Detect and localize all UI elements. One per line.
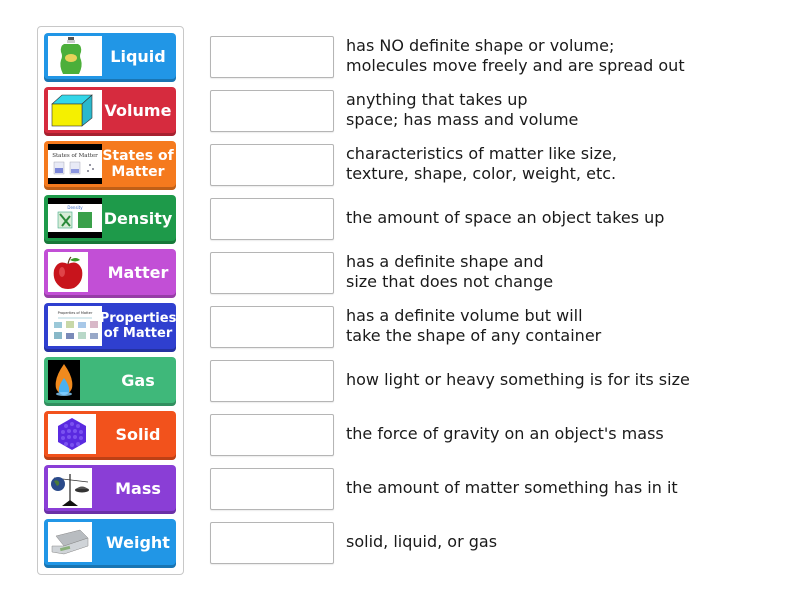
density-diagram-image: Density [48,198,102,238]
tile-label: Liquid [110,46,166,66]
tile-weight[interactable]: Weight [44,519,176,568]
gas-flame-image [48,360,80,400]
tile-liquid[interactable]: Liquid [44,33,176,82]
tile-states-of-matter[interactable]: States of Matter States of Matter [44,141,176,190]
drop-target-4[interactable] [210,198,334,240]
definition-10: solid, liquid, or gas [346,532,498,551]
tile-solid[interactable]: Solid [44,411,176,460]
drop-target-5[interactable] [210,252,334,294]
definition-1: has NO definite shape or volume; molecul… [346,36,685,75]
drop-target-10[interactable] [210,522,334,564]
dish-soap-bottle-image [48,36,102,76]
drop-target-2[interactable] [210,90,334,132]
tile-label: Solid [115,424,161,444]
tile-density[interactable]: Density Density [44,195,176,244]
drop-target-1[interactable] [210,36,334,78]
tile-label: Density [103,208,173,228]
definition-4: the amount of space an object takes up [346,208,665,227]
svg-text:Properties of Matter: Properties of Matter [58,311,93,315]
tile-properties-of-matter[interactable]: Properties of Matter Properties of Matte… [44,303,176,352]
drop-target-8[interactable] [210,414,334,456]
tile-matter[interactable]: Matter [44,249,176,298]
states-of-matter-diagram-image: States of Matter [48,144,102,184]
drop-target-6[interactable] [210,306,334,348]
tile-label: Weight [106,532,170,552]
drop-target-9[interactable] [210,468,334,510]
red-apple-image [48,252,88,292]
tile-mass[interactable]: Mass [44,465,176,514]
digital-scale-image [48,522,92,562]
definition-2: anything that takes up space; has mass a… [346,90,579,129]
balance-scale-image [48,468,92,508]
svg-text:States of Matter: States of Matter [52,153,98,159]
sphere-cluster-image [48,414,96,454]
definition-3: characteristics of matter like size, tex… [346,144,617,183]
tile-label: Properties of Matter [99,311,177,341]
drop-target-7[interactable] [210,360,334,402]
definition-8: the force of gravity on an object's mass [346,424,664,443]
definition-6: has a definite volume but will take the … [346,306,602,345]
tile-label: Volume [104,100,172,120]
svg-text:Density: Density [67,205,83,210]
tile-panel: Liquid Volume States of Matter States of [37,26,184,575]
rectangular-prism-image [48,90,102,130]
tile-gas[interactable]: Gas [44,357,176,406]
tile-label: States of Matter [102,148,174,180]
tile-volume[interactable]: Volume [44,87,176,136]
properties-of-matter-chart-image: Properties of Matter [48,306,102,346]
definition-5: has a definite shape and size that does … [346,252,554,291]
drop-target-3[interactable] [210,144,334,186]
tile-label: Matter [107,262,169,282]
tile-label: Mass [115,478,161,498]
definition-7: how light or heavy something is for its … [346,370,690,389]
definition-9: the amount of matter something has in it [346,478,678,497]
tile-label: Gas [121,370,155,390]
